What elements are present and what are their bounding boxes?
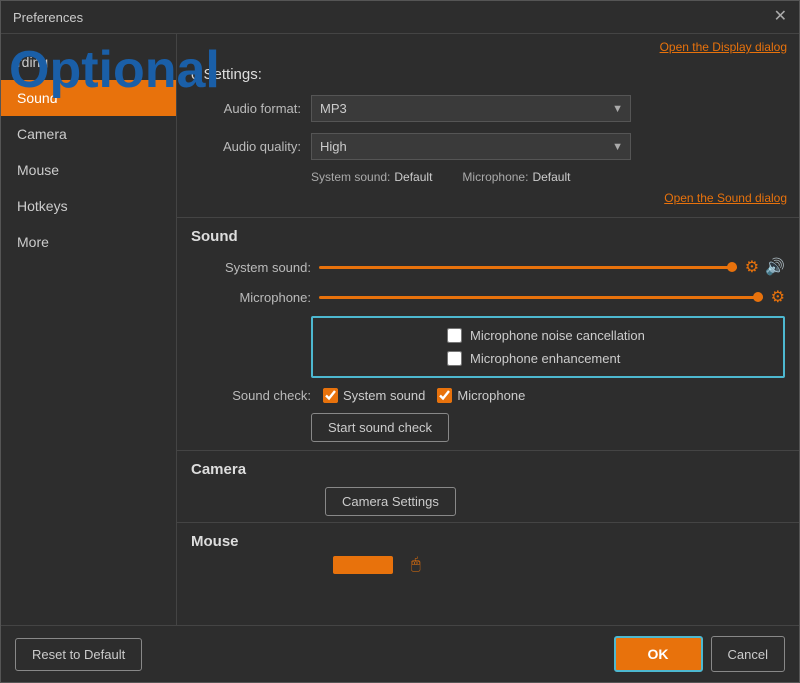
system-sound-status-value: Default [394,170,432,184]
microphone-check-checkbox[interactable] [437,388,452,403]
sidebar-item-hotkeys[interactable]: Hotkeys [1,188,176,224]
open-sound-dialog-link[interactable]: Open the Sound dialog [664,191,787,205]
audio-quality-label: Audio quality: [191,139,311,154]
microphone-slider-row: Microphone: ⚙ [177,282,799,312]
sidebar: Optional rding Sound Camera Mouse Hotkey… [1,34,176,625]
reset-to-default-button[interactable]: Reset to Default [15,638,142,671]
noise-cancellation-label: Microphone noise cancellation [470,328,645,343]
mouse-icon: 🖱 [411,556,421,574]
mouse-section-title: Mouse [191,533,239,550]
sound-dialog-link-area: Open the Sound dialog [177,187,799,213]
audio-quality-row: Audio quality: High Medium Low [177,129,799,164]
audio-format-select-wrapper: MP3 WAV AAC FLAC [311,95,631,122]
microphone-status: Microphone: Default [462,170,570,184]
mouse-section: Mouse 🖱 [177,522,799,585]
noise-cancellation-row: Microphone noise cancellation [447,324,769,347]
system-sound-volume-icon: 🔊 [765,257,785,277]
settings-header: o Settings: [177,60,799,91]
sidebar-item-camera[interactable]: Camera [1,116,176,152]
camera-settings-button[interactable]: Camera Settings [325,487,456,516]
microphone-status-value: Default [532,170,570,184]
audio-format-row: Audio format: MP3 WAV AAC FLAC [177,91,799,126]
preferences-dialog: Preferences ✕ Optional rding Sound Camer… [0,0,800,683]
top-link-area: Open the Display dialog [177,34,799,60]
sound-check-row: Sound check: System sound Microphone [177,382,799,409]
dialog-title: Preferences [13,10,83,25]
start-sound-check-button[interactable]: Start sound check [311,413,449,442]
cancel-button[interactable]: Cancel [711,636,785,672]
sidebar-item-sound[interactable]: Sound [1,80,176,116]
system-sound-status: System sound: Default [311,170,432,184]
enhancement-label: Microphone enhancement [470,351,620,366]
footer-right: OK Cancel [614,636,785,672]
mouse-slider-row: 🖱 [191,551,785,579]
open-display-dialog-link[interactable]: Open the Display dialog [660,40,787,54]
microphone-gear-icon[interactable]: ⚙ [771,287,785,307]
mouse-color-indicator [333,556,393,574]
microphone-status-label: Microphone: [462,170,528,184]
sound-section-title: Sound [191,228,238,245]
sidebar-item-mouse[interactable]: Mouse [1,152,176,188]
microphone-check-label: Microphone [457,388,525,403]
system-sound-icons: ⚙ 🔊 [745,257,785,277]
enhancement-row: Microphone enhancement [447,347,769,370]
system-sound-slider-row: System sound: ⚙ 🔊 [177,252,799,282]
system-sound-thumb [727,262,737,272]
enhancement-checkbox[interactable] [447,351,462,366]
system-sound-slider-label: System sound: [191,260,311,275]
camera-section: Camera Camera Settings [177,450,799,522]
microphone-check-item: Microphone [437,388,525,403]
system-sound-check-checkbox[interactable] [323,388,338,403]
sidebar-item-recording[interactable]: rding [1,44,176,80]
noise-cancellation-checkbox[interactable] [447,328,462,343]
system-sound-check-label: System sound [343,388,425,403]
camera-section-title: Camera [191,461,246,478]
sound-check-label: Sound check: [191,388,311,403]
settings-title: o Settings: [191,66,785,83]
dialog-body: Optional rding Sound Camera Mouse Hotkey… [1,34,799,625]
system-sound-check-item: System sound [323,388,425,403]
audio-quality-select-wrapper: High Medium Low [311,133,631,160]
sound-section: Sound [177,217,799,252]
main-content: Open the Display dialog o Settings: Audi… [176,34,799,625]
system-sound-gear-icon[interactable]: ⚙ [745,257,759,277]
microphone-icons: ⚙ [771,287,785,307]
audio-quality-select[interactable]: High Medium Low [311,133,631,160]
system-sound-slider[interactable] [319,266,737,269]
microphone-thumb [753,292,763,302]
title-bar: Preferences ✕ [1,1,799,34]
audio-format-label: Audio format: [191,101,311,116]
close-button[interactable]: ✕ [774,9,787,25]
sidebar-item-more[interactable]: More [1,224,176,260]
microphone-slider[interactable] [319,296,763,299]
microphone-slider-label: Microphone: [191,290,311,305]
microphone-checkbox-group: Microphone noise cancellation Microphone… [311,316,785,378]
ok-button[interactable]: OK [614,636,703,672]
audio-format-select[interactable]: MP3 WAV AAC FLAC [311,95,631,122]
footer: Reset to Default OK Cancel [1,625,799,682]
audio-status-row: System sound: Default Microphone: Defaul… [177,167,799,187]
system-sound-status-label: System sound: [311,170,390,184]
